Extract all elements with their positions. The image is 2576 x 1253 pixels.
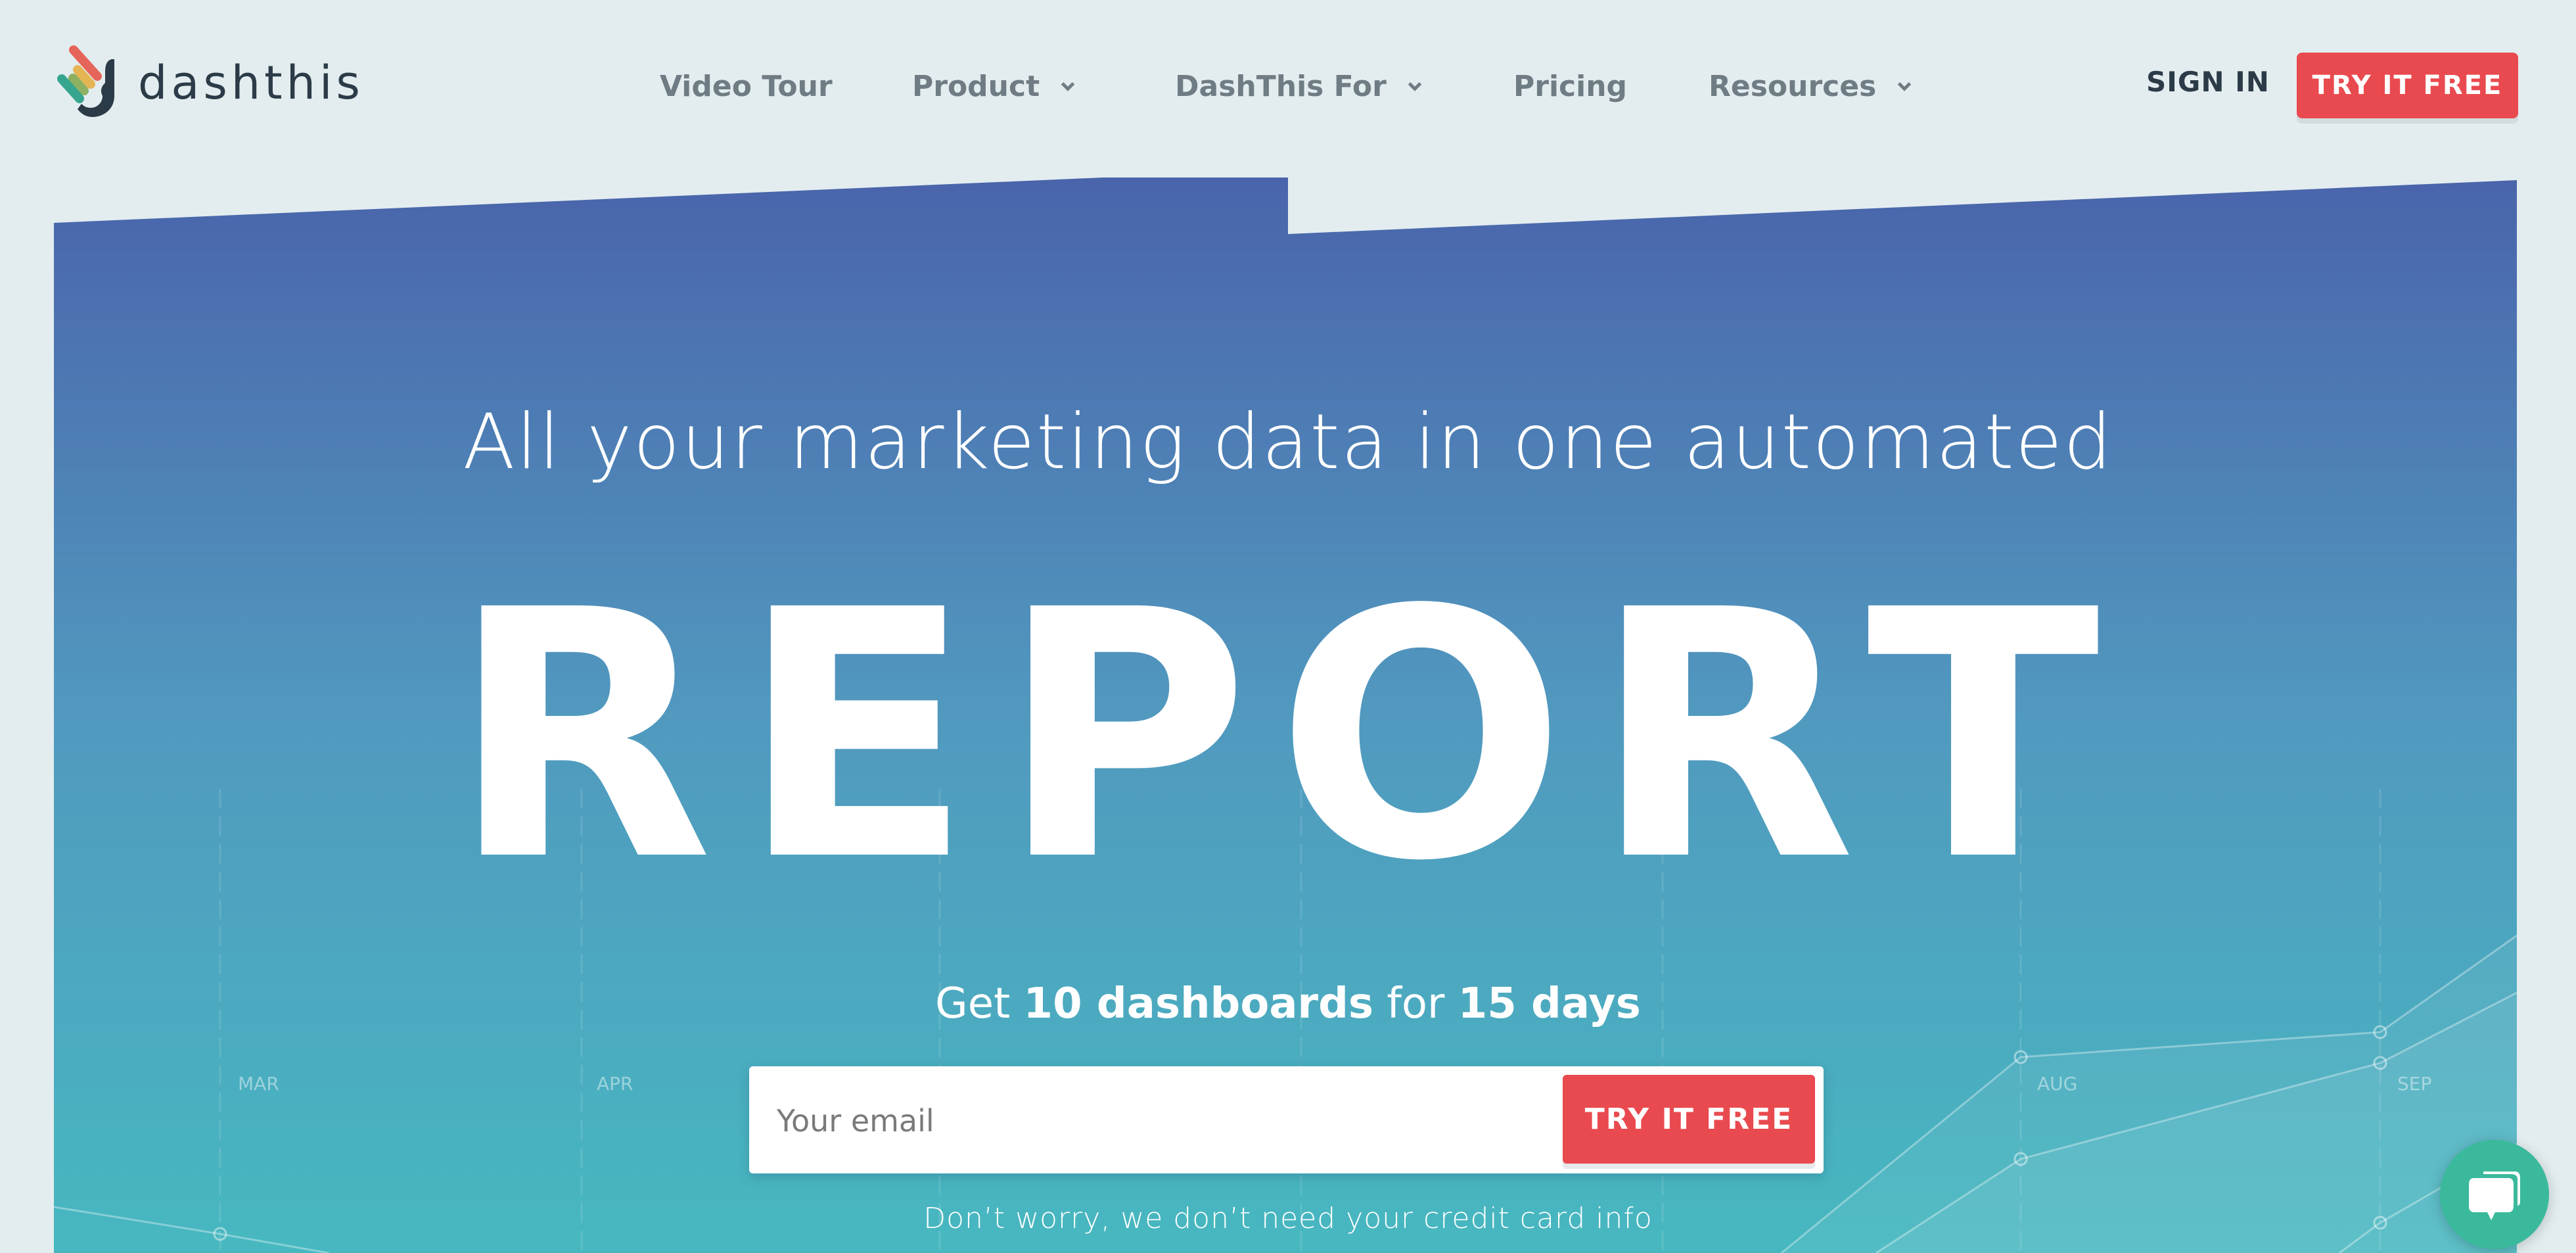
chart-month-label: AUG — [2037, 1073, 2078, 1095]
chevron-down-icon — [1408, 82, 1422, 91]
nav-dashthis-for[interactable]: DashThis For — [1175, 63, 1426, 109]
logo-text: dashthis — [138, 56, 364, 110]
sign-in-link[interactable]: SIGN IN — [2146, 66, 2270, 98]
chart-month-label: APR — [597, 1073, 633, 1095]
email-input[interactable] — [775, 1066, 1553, 1175]
chat-bubbles-icon — [2469, 1171, 2520, 1220]
signup-form: TRY IT FREE — [749, 1066, 1824, 1175]
dashthis-logo-icon — [57, 45, 114, 117]
header-try-it-free-button[interactable]: TRY IT FREE — [2297, 53, 2518, 118]
nav-label: Pricing — [1513, 69, 1628, 103]
hero-big-word: REPORT — [449, 537, 2127, 935]
hero-headline: All your marketing data in one automated — [463, 398, 2113, 486]
nav-label: Resources — [1709, 69, 1877, 103]
nav-video-tour[interactable]: Video Tour — [660, 63, 833, 109]
nav-resources[interactable]: Resources — [1709, 63, 1916, 109]
chat-widget-button[interactable] — [2440, 1140, 2549, 1249]
nav-label: DashThis For — [1175, 69, 1387, 103]
dashthis-logo[interactable]: dashthis — [54, 43, 364, 122]
nav-label: Video Tour — [660, 69, 833, 103]
chart-month-label: MAR — [238, 1073, 279, 1095]
offer-days: 15 days — [1458, 980, 1641, 1028]
disclaimer-text: Don’t worry, we don’t need your credit c… — [923, 1202, 1653, 1235]
nav-pricing[interactable]: Pricing — [1513, 63, 1627, 109]
nav-label: Product — [912, 69, 1040, 103]
nav-product[interactable]: Product — [912, 63, 1079, 109]
chevron-down-icon — [1061, 82, 1075, 91]
offer-text: Get 10 dashboards for 15 days — [0, 980, 2576, 1028]
offer-dashboards: 10 dashboards — [1023, 980, 1373, 1028]
offer-prefix: Get — [935, 980, 1011, 1028]
chart-month-label: SEP — [2397, 1073, 2432, 1095]
offer-middle: for — [1387, 980, 1445, 1028]
form-try-it-free-button[interactable]: TRY IT FREE — [1563, 1075, 1815, 1164]
chevron-down-icon — [1898, 82, 1912, 91]
